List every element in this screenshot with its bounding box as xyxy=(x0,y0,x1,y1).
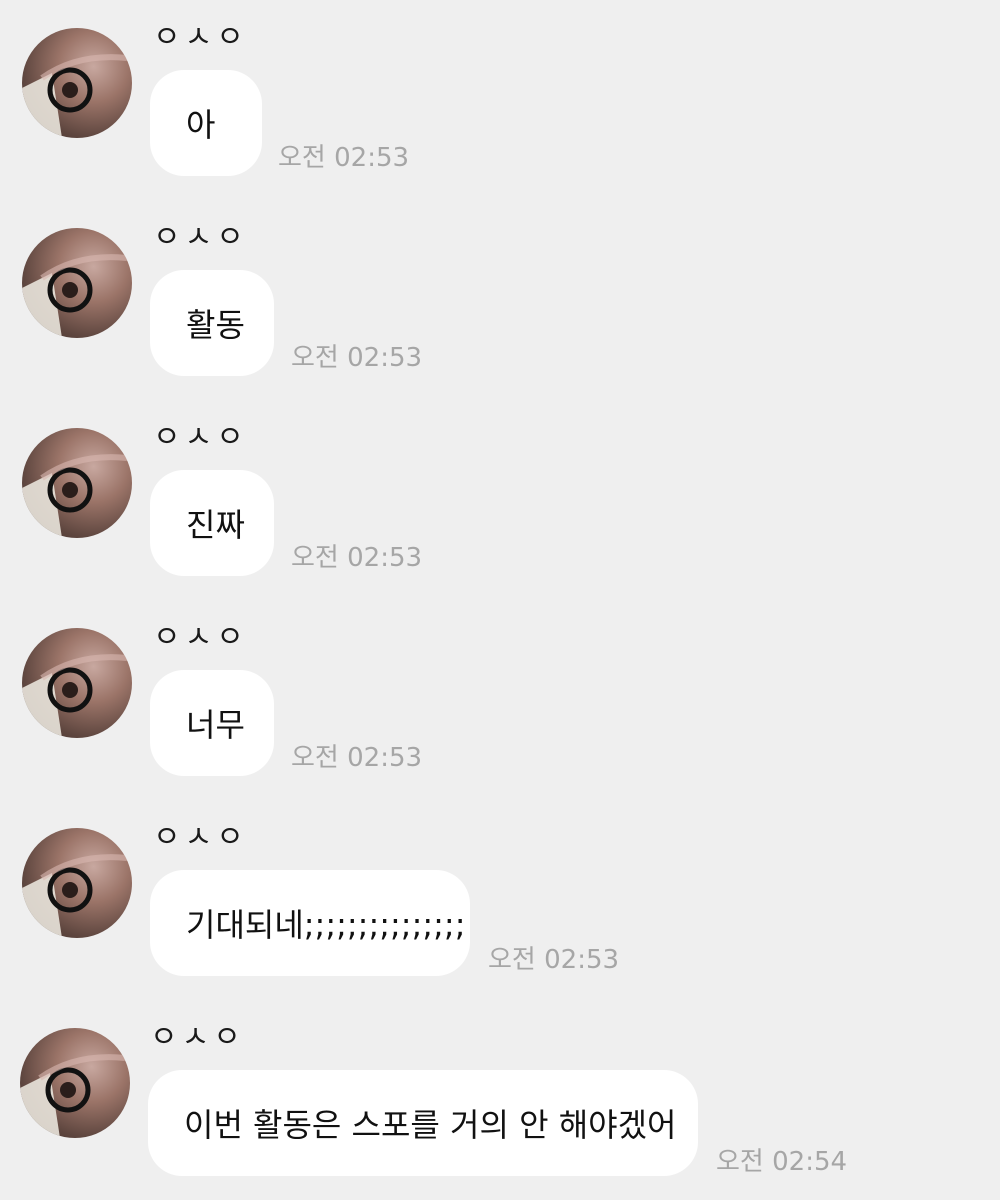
sender-name: ㅇㅅㅇ xyxy=(153,220,248,255)
avatar[interactable] xyxy=(20,1028,130,1138)
avatar-photo xyxy=(22,254,128,338)
avatar-photo xyxy=(22,854,128,938)
message-text: 이번 활동은 스포를 거의 안 해야겠어 xyxy=(184,1106,677,1144)
avatar-photo xyxy=(22,454,128,538)
message-text: 진짜 xyxy=(186,506,245,544)
avatar[interactable] xyxy=(22,228,132,338)
message-group: ㅇㅅㅇ 활동 오전 02:53 xyxy=(0,200,1000,400)
message-timestamp: 오전 02:53 xyxy=(291,543,423,573)
avatar[interactable] xyxy=(22,828,132,938)
message-group: ㅇㅅㅇ 아 오전 02:53 xyxy=(0,0,1000,200)
message-text: 활동 xyxy=(186,306,245,344)
sender-name: ㅇㅅㅇ xyxy=(153,420,248,455)
message-timestamp: 오전 02:53 xyxy=(291,743,423,773)
message-text: 너무 xyxy=(186,706,245,744)
avatar-photo xyxy=(22,54,128,138)
avatar[interactable] xyxy=(22,428,132,538)
sender-name: ㅇㅅㅇ xyxy=(153,820,248,855)
message-bubble[interactable]: 진짜 xyxy=(150,470,274,576)
avatar-photo xyxy=(20,1054,126,1138)
sender-name: ㅇㅅㅇ xyxy=(153,620,248,655)
message-bubble[interactable]: 너무 xyxy=(150,670,274,776)
message-timestamp: 오전 02:54 xyxy=(716,1147,848,1177)
sender-name: ㅇㅅㅇ xyxy=(150,1020,245,1055)
message-timestamp: 오전 02:53 xyxy=(488,945,620,975)
message-text: 아 xyxy=(186,106,216,144)
message-bubble[interactable]: 아 xyxy=(150,70,262,176)
message-group: ㅇㅅㅇ 너무 오전 02:53 xyxy=(0,600,1000,800)
message-bubble[interactable]: 활동 xyxy=(150,270,274,376)
chat-message-list[interactable]: ㅇㅅㅇ 아 오전 02:53 ㅇㅅㅇ 활동 오전 02:53 ㅇㅅㅇ 진짜 오전… xyxy=(0,0,1000,1200)
message-timestamp: 오전 02:53 xyxy=(291,343,423,373)
message-group: ㅇㅅㅇ 기대되네;;;;;;;;;;;;;;; 오전 02:53 xyxy=(0,800,1000,1000)
message-bubble[interactable]: 이번 활동은 스포를 거의 안 해야겠어 xyxy=(148,1070,698,1176)
message-text: 기대되네;;;;;;;;;;;;;;; xyxy=(186,906,466,944)
message-bubble[interactable]: 기대되네;;;;;;;;;;;;;;; xyxy=(150,870,470,976)
message-timestamp: 오전 02:53 xyxy=(278,143,410,173)
message-group: ㅇㅅㅇ 이번 활동은 스포를 거의 안 해야겠어 오전 02:54 xyxy=(0,1000,1000,1200)
sender-name: ㅇㅅㅇ xyxy=(153,20,248,55)
avatar[interactable] xyxy=(22,28,132,138)
avatar[interactable] xyxy=(22,628,132,738)
avatar-photo xyxy=(22,654,128,738)
message-group: ㅇㅅㅇ 진짜 오전 02:53 xyxy=(0,400,1000,600)
